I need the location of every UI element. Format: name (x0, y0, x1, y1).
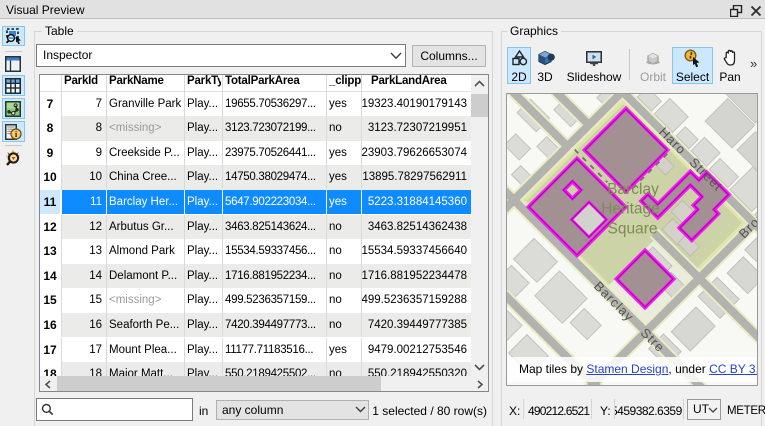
svg-text:Heritage: Heritage (601, 201, 660, 218)
svg-text:Barclay: Barclay (607, 181, 659, 198)
svg-text:Square: Square (608, 221, 658, 238)
